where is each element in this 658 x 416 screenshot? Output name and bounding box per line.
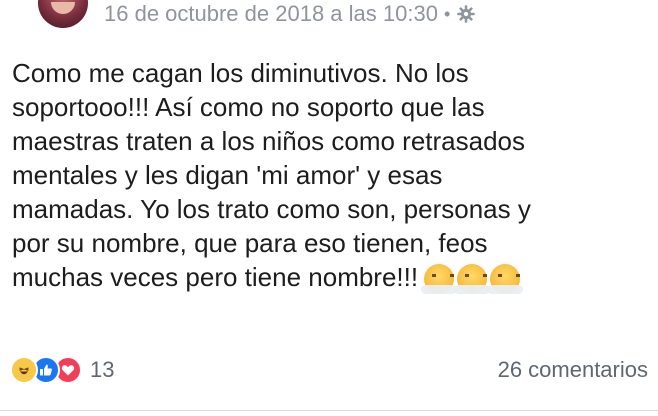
angry-steam-emoji (454, 264, 491, 295)
reactions-summary[interactable]: 13 (10, 356, 114, 384)
trailing-emojis (421, 264, 524, 295)
angry-steam-emoji (487, 264, 524, 295)
angry-steam-emoji (421, 264, 458, 295)
comments-count-link[interactable]: 26 comentarios (498, 356, 648, 384)
avatar-face (51, 2, 75, 14)
gear-icon[interactable] (456, 4, 476, 24)
post-text: Como me cagan los diminutivos. No los so… (12, 58, 531, 292)
reaction-count: 13 (90, 357, 115, 382)
meta-separator: • (443, 4, 451, 24)
haha-icon (10, 356, 38, 384)
footer-divider (0, 410, 658, 411)
post-text-block: Como me cagan los diminutivos. No los so… (12, 56, 648, 295)
avatar[interactable] (38, 0, 88, 28)
post-timestamp[interactable]: 16 de octubre de 2018 a las 10:30 (104, 1, 438, 27)
post-meta: 16 de octubre de 2018 a las 10:30 • (104, 0, 476, 28)
facebook-post: 16 de octubre de 2018 a las 10:30 • Como (0, 0, 658, 416)
